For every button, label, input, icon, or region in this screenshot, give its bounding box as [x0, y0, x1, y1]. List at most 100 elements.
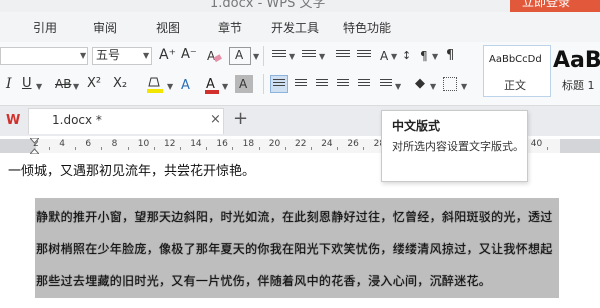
menu-item-developer[interactable]: 开发工具	[271, 19, 319, 36]
font-name-select[interactable]	[0, 47, 88, 65]
paint-bucket-icon[interactable]: ◆	[415, 76, 425, 92]
menu-item-chapter[interactable]: 章节	[218, 19, 242, 36]
highlighter-icon	[147, 77, 163, 93]
ruler-number: 40	[530, 139, 543, 149]
chevron-down-icon: ▼	[167, 82, 174, 91]
document-line[interactable]: 一倾城，又遇那初见流年，共尝花开惊艳。	[8, 160, 255, 179]
distribute-icon[interactable]	[358, 79, 370, 88]
ruler-number: 26	[347, 139, 359, 149]
justify-icon[interactable]	[337, 79, 349, 88]
style-normal-sample: AaBbCcDd	[489, 54, 542, 65]
font-color-icon: A	[205, 77, 219, 94]
style-heading1-name: 标题 1	[562, 79, 595, 92]
ruler-number: 4	[59, 139, 65, 149]
chevron-down-icon: ▼	[143, 51, 150, 60]
style-heading1-sample[interactable]: AaB	[553, 48, 600, 73]
ruler-number: 24	[321, 139, 333, 149]
chevron-down-icon: ▼	[430, 82, 437, 91]
chevron-down-icon: ▼	[36, 82, 43, 91]
ruler-number: 22	[295, 139, 307, 149]
chevron-down-icon: ▼	[80, 51, 87, 60]
paragraph-line[interactable]: 那些过去埋藏的旧时光，又有一片忧伤，伴随着风中的花香，浸入心间，沉醉迷花。	[36, 272, 491, 289]
text-effect-button-2[interactable]: A	[178, 75, 196, 95]
ruler-number: 20	[268, 139, 281, 149]
highlight-button[interactable]	[145, 75, 165, 95]
chevron-down-icon: ▼	[319, 52, 326, 61]
ruler-tick	[49, 147, 50, 150]
ruler-tick	[153, 147, 155, 150]
menu-item-view[interactable]: 视图	[156, 19, 180, 36]
align-left-icon	[273, 79, 285, 88]
text-effect-icon: A	[181, 78, 190, 93]
strikethrough-button[interactable]: AB	[55, 76, 71, 92]
character-shade-glyph: A	[239, 77, 248, 91]
ruler-tick	[363, 147, 365, 150]
ruler-tick	[258, 147, 260, 150]
style-normal-name: 正文	[504, 79, 526, 92]
ruler-number: 6	[85, 139, 92, 149]
tooltip-body: 对所选内容设置文字版式。	[392, 140, 524, 153]
ruler-tick	[75, 147, 77, 150]
ruler-number: 8	[111, 139, 118, 149]
ruler-tick	[232, 147, 234, 150]
new-tab-button[interactable]: +	[233, 108, 248, 129]
divider	[263, 74, 264, 94]
ruler-tick	[180, 147, 181, 150]
numbered-list-icon[interactable]	[302, 50, 316, 59]
ruler-number: 18	[242, 139, 255, 149]
svg-text:A: A	[207, 49, 216, 63]
sort-icon[interactable]: ↕	[402, 48, 411, 64]
menu-item-features[interactable]: 特色功能	[343, 19, 391, 36]
italic-button[interactable]: I	[6, 76, 12, 92]
paragraph-line[interactable]: 那树梢照在少年脸庞，像极了那年夏天的你我在阳光下欢笑忧伤，缕缕清风掠过，又让我怀…	[36, 240, 553, 257]
pilcrow-icon[interactable]: ¶	[446, 48, 454, 64]
line-spacing-icon[interactable]	[380, 79, 392, 88]
eraser-icon: A	[207, 49, 222, 63]
chevron-down-icon: ▼	[461, 82, 468, 91]
indent-marker[interactable]	[28, 137, 41, 155]
chevron-down-icon: ▼	[391, 52, 398, 61]
ruler-number: 16	[216, 139, 228, 149]
ruler-number: 12	[164, 139, 176, 149]
window-title: 1.docx - WPS 文字	[210, 0, 326, 11]
subscript-button[interactable]: X₂	[113, 76, 127, 92]
decrease-indent-icon[interactable]	[336, 50, 350, 59]
align-center-icon[interactable]	[295, 79, 307, 88]
divider	[263, 46, 264, 66]
tooltip-title: 中文版式	[392, 119, 441, 133]
clear-format-button[interactable]: A	[205, 47, 223, 65]
chevron-down-icon: ▼	[432, 52, 439, 61]
ruler-tick	[284, 147, 286, 150]
paragraph-line[interactable]: 静默的推开小窗，望那天边斜阳，时光如流，在此刻恩静好过往，忆曾经，斜阳斑驳的光，…	[36, 208, 553, 225]
shrink-font-button[interactable]: A⁻	[181, 47, 197, 63]
ruler-tick	[206, 147, 208, 150]
chevron-down-icon: ▼	[253, 52, 260, 61]
borders-icon[interactable]	[443, 77, 457, 91]
indent-marker-icon	[28, 137, 41, 155]
menu-item-references[interactable]: 引用	[33, 19, 57, 36]
superscript-button[interactable]: X²	[87, 76, 101, 92]
ruler-number: 14	[190, 139, 202, 149]
close-icon[interactable]: ×	[210, 112, 221, 127]
align-right-icon[interactable]	[316, 79, 328, 88]
ruler-tick	[311, 147, 312, 150]
chevron-down-icon: ▼	[289, 52, 296, 61]
ruler-tick	[546, 147, 548, 150]
underline-button[interactable]: U	[22, 76, 32, 92]
chinese-layout-button[interactable]: A	[380, 48, 388, 64]
text-effect-glyph: A	[235, 48, 244, 62]
ruler-tick	[127, 147, 129, 150]
increase-indent-icon[interactable]	[357, 50, 371, 59]
chevron-down-icon: ▼	[222, 82, 229, 91]
show-marks-icon[interactable]: ¶	[420, 48, 428, 64]
wps-logo-icon: W	[6, 113, 21, 128]
ruler-tick	[101, 147, 103, 150]
font-size-value: 五号	[96, 48, 121, 62]
font-color-button[interactable]: A	[203, 75, 221, 95]
chevron-down-icon: ▼	[395, 82, 402, 91]
menu-item-review[interactable]: 审阅	[93, 19, 117, 36]
svg-text:A: A	[181, 78, 190, 93]
bullet-list-icon[interactable]	[272, 50, 286, 59]
login-button-label: 立即登录	[522, 0, 571, 9]
grow-font-button[interactable]: A⁺	[159, 47, 176, 63]
